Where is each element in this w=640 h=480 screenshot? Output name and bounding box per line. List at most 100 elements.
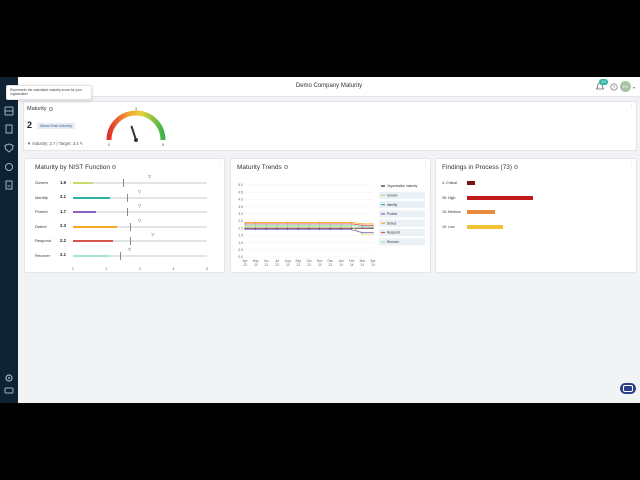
trend-point (372, 231, 374, 234)
nist-axis-tick: 4 (172, 267, 175, 271)
edit-icon[interactable]: ✎ (80, 141, 84, 146)
finding-bar[interactable] (467, 210, 496, 215)
trend-point (372, 223, 374, 225)
separator: | (56, 141, 58, 146)
trend-point (319, 224, 321, 226)
trend-point (361, 226, 363, 228)
trend-point (244, 229, 246, 231)
nist-row[interactable]: Respond 2.2 ▽ (25, 232, 225, 246)
shield-icon[interactable] (4, 143, 14, 153)
nist-row[interactable]: Detect 2.3 ▽ (25, 218, 225, 232)
maturity-tooltip: Represents the calculated maturity score… (6, 85, 92, 100)
more-options-icon[interactable]: ⋮ (629, 161, 634, 167)
trend-point (340, 229, 342, 231)
trend-point (308, 223, 310, 225)
trend-legend-label: Identify (387, 203, 398, 207)
trend-legend-label: Respond (387, 231, 400, 235)
trend-x-tick-year: 23 (275, 263, 279, 267)
nist-target-marker: ▽ (138, 203, 142, 208)
trend-legend-bg (379, 219, 425, 227)
nist-row[interactable]: Govern 1.6 ▽ (25, 174, 225, 188)
notification-badge: 33 (599, 79, 608, 85)
nist-row-track: ▽ (73, 232, 207, 245)
more-options-icon[interactable]: ⋮ (217, 161, 222, 167)
settings-icon[interactable] (4, 373, 14, 383)
trend-point (372, 224, 374, 226)
trend-legend-bg (379, 229, 425, 236)
trend-point (372, 233, 374, 235)
nist-row-bar (73, 225, 117, 228)
trend-point (255, 226, 257, 228)
trend-x-tick-year: 23 (318, 263, 322, 267)
trend-point (329, 229, 331, 231)
trend-point (265, 224, 267, 226)
nist-industry-marker (126, 208, 128, 216)
page-title: Demo Company Maturity (295, 83, 363, 89)
trend-point (340, 223, 342, 225)
trend-legend-label: Detect (387, 221, 396, 225)
findings-card: Findings in Process (73) ⋮ 4: Critical 35… (435, 158, 637, 273)
trend-legend-bg (379, 191, 425, 199)
trend-point (244, 224, 246, 226)
more-options-icon[interactable]: ⋮ (629, 104, 634, 110)
info-icon[interactable] (48, 106, 53, 111)
gauge-arc (106, 110, 166, 141)
report-icon[interactable] (4, 180, 14, 190)
maturity-card: Maturity ⋮ 2 Worse than industry ▼ Indus… (23, 101, 637, 151)
trend-point (297, 227, 299, 229)
document-icon[interactable] (4, 124, 14, 134)
trend-point (319, 229, 321, 231)
trend-point (361, 227, 363, 229)
network-icon[interactable] (4, 162, 14, 172)
gauge-mid-label: 3 (135, 107, 137, 111)
trend-point (276, 227, 278, 229)
nist-row[interactable]: Protect 1.7 ▽ (25, 203, 225, 217)
trend-point (265, 221, 267, 224)
nist-row-bar (73, 240, 114, 242)
dashboard-icon[interactable] (4, 106, 14, 116)
chat-launcher-icon (623, 385, 633, 392)
trend-point (351, 223, 353, 225)
finding-bar[interactable] (467, 195, 533, 200)
finding-bar[interactable] (467, 181, 475, 186)
trend-point (265, 229, 267, 231)
trend-point (297, 224, 299, 226)
trend-x-tick-year: 23 (286, 263, 290, 267)
info-icon[interactable] (112, 165, 117, 170)
trend-point (319, 221, 321, 224)
trend-legend-label: Recover (387, 240, 400, 244)
trend-point (372, 227, 374, 229)
info-icon[interactable] (514, 165, 519, 170)
nist-row[interactable]: Recover 2.1 ▽ (25, 247, 225, 261)
trend-point (351, 227, 353, 229)
trend-point (340, 224, 342, 226)
help-icon[interactable]: ? (610, 83, 618, 91)
trend-y-tick: 3.5 (238, 205, 243, 209)
trend-point (287, 227, 289, 229)
trends-title: Maturity Trends (237, 164, 282, 171)
trend-x-tick-year: 23 (265, 263, 269, 267)
chat-icon[interactable] (4, 386, 14, 396)
avatar[interactable]: RJ (620, 81, 631, 92)
nist-row-value: 2.1 (60, 252, 66, 257)
nist-row-track: ▽ (73, 189, 207, 202)
trend-point (308, 224, 310, 226)
info-icon[interactable] (283, 165, 288, 170)
trend-point (255, 229, 257, 231)
nist-row-bar (73, 254, 110, 257)
trend-point (297, 221, 299, 224)
nist-industry-marker (129, 237, 131, 245)
trend-point (308, 221, 310, 224)
chat-launcher-button[interactable] (620, 383, 636, 394)
trend-point (297, 223, 299, 225)
trend-point (329, 223, 331, 225)
finding-bar[interactable] (467, 224, 503, 229)
trend-point (287, 221, 289, 224)
trend-point (276, 224, 278, 226)
more-options-icon[interactable]: ⋮ (423, 161, 428, 167)
nist-industry-marker (119, 251, 121, 260)
nist-row[interactable]: Identify 2.1 ▽ (25, 189, 225, 203)
trend-point (255, 223, 257, 225)
finding-label: 19: Low (442, 224, 455, 229)
chevron-down-icon[interactable]: ▾ (633, 85, 635, 90)
